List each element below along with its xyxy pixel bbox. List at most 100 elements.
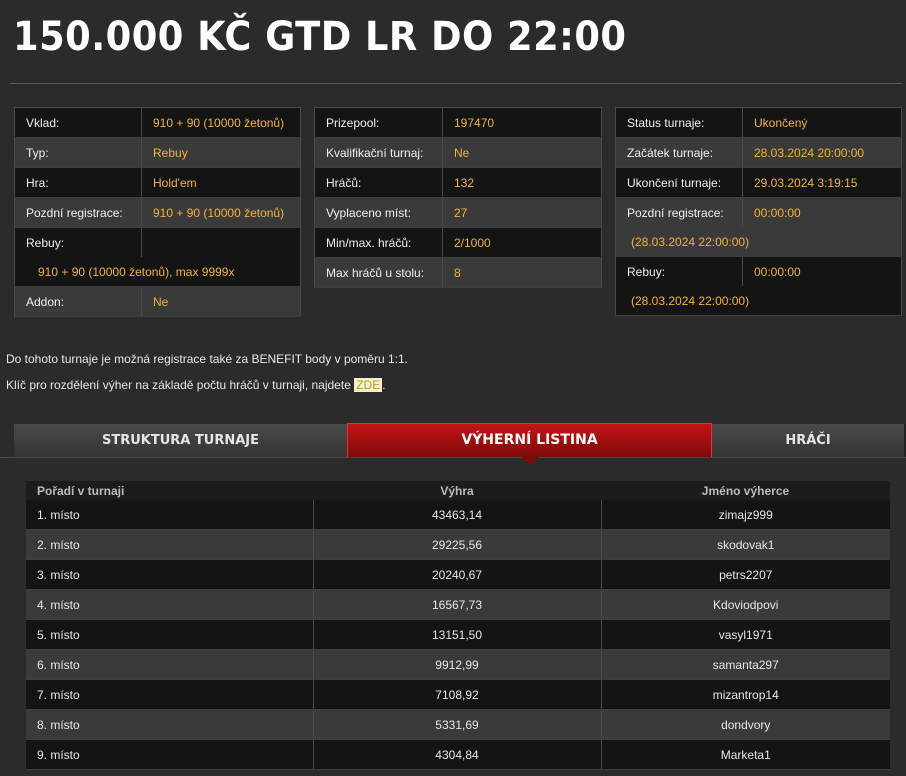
info-row: Hra: Hold'em [14,167,301,198]
rank-cell: 4. místo [26,589,314,620]
payout-key-text: Klíč pro rozdělení výher na základě počt… [6,378,355,392]
info-value: 27 [442,197,602,228]
info-row: Pozdní registrace: 00:00:00 [615,197,902,227]
rank-cell: 7. místo [26,679,314,710]
table-row: 3. místo 20240,67 petrs2207 [26,559,890,590]
rank-cell: 3. místo [26,559,314,590]
info-label: Hráčů: [314,167,443,198]
table-row: 8. místo 5331,69 dondvory [26,709,890,740]
rank-cell: 2. místo [26,529,314,560]
table-row: 4. místo 16567,73 Kdoviodpovi [26,589,890,620]
info-row: Kvalifikační turnaj: Ne [314,137,602,168]
winner-cell: samanta297 [601,649,890,680]
prize-cell: 7108,92 [313,679,602,710]
info-label: Max hráčů u stolu: [314,257,443,288]
info-row: Vyplaceno míst: 27 [314,197,602,228]
info-table-players: Prizepool: 197470 Kvalifikační turnaj: Ne Hr… [314,107,602,288]
payout-key-link[interactable]: ZDE [354,378,383,392]
info-label: Začátek turnaje: [615,137,743,168]
info-value: Ne [141,286,301,317]
info-value: 197470 [442,107,602,138]
info-label: Addon: [14,286,142,317]
prize-table: Pořadí v turnaji Výhra Jméno výherce 1. … [26,481,890,770]
info-row: Max hráčů u stolu: 8 [314,257,602,288]
tab-players[interactable]: HRÁČI [712,424,905,457]
info-value: 8 [442,257,602,288]
info-label: Ukončení turnaje: [615,167,743,198]
payout-key-end: . [382,378,386,392]
info-row: Prizepool: 197470 [314,107,602,138]
column-header-rank: Pořadí v turnaji [26,481,313,500]
rank-cell: 8. místo [26,709,314,740]
prize-cell: 29225,56 [313,529,602,560]
info-value: Hold'em [141,167,301,198]
info-value: 00:00:00 [742,256,902,286]
tab-divider [0,457,906,458]
info-label: Hra: [14,167,142,198]
tab-prize-list[interactable]: VÝHERNÍ LISTINA [347,423,712,458]
winner-cell: zimajz999 [601,500,890,530]
info-row: Ukončení turnaje: 29.03.2024 3:19:15 [615,167,902,198]
info-extra-value: (28.03.2024 22:00:00) [615,227,902,257]
winner-cell: dondvory [601,709,890,740]
info-row: Pozdní registrace: 910 + 90 (10000 žetonů… [14,197,301,228]
info-extra-value: 910 + 90 (10000 žetonů), max 9999x [14,257,301,287]
info-row: Hráčů: 132 [314,167,602,198]
info-label: Min/max. hráčů: [314,227,443,258]
info-value [141,227,301,257]
info-label: Prizepool: [314,107,443,138]
prize-cell: 16567,73 [313,589,602,620]
tab-structure[interactable]: STRUKTURA TURNAJE [14,424,348,457]
prize-cell: 9912,99 [313,649,602,680]
info-label: Typ: [14,137,142,168]
info-row: Rebuy: [14,227,301,257]
info-value: 910 + 90 (10000 žetonů) [141,197,301,228]
page-title: 150.000 KČ GTD LR DO 22:00 [13,14,627,60]
info-row-extra: (28.03.2024 22:00:00) [615,286,902,316]
table-row: 1. místo 43463,14 zimajz999 [26,500,890,530]
winner-cell: petrs2207 [601,559,890,590]
info-value: 2/1000 [442,227,602,258]
info-label: Rebuy: [615,256,743,286]
prize-cell: 13151,50 [313,619,602,650]
info-extra-value: (28.03.2024 22:00:00) [615,286,902,316]
info-value: 28.03.2024 20:00:00 [742,137,902,168]
info-value: 00:00:00 [742,197,902,227]
info-label: Vyplaceno míst: [314,197,443,228]
info-value: 132 [442,167,602,198]
column-header-prize: Výhra [313,481,601,500]
info-label: Vklad: [14,107,142,138]
rank-cell: 1. místo [26,500,314,530]
info-row: Vklad: 910 + 90 (10000 žetonů) [14,107,301,138]
active-tab-pointer [521,457,539,465]
info-table-status: Status turnaje: Ukončený Začátek turnaje: 2… [615,107,902,316]
info-row: Rebuy: 00:00:00 [615,256,902,286]
info-value: Rebuy [141,137,301,168]
winner-cell: vasyl1971 [601,619,890,650]
info-value: Ne [442,137,602,168]
info-row-extra: 910 + 90 (10000 žetonů), max 9999x [14,257,301,287]
payout-key-note: Klíč pro rozdělení výher na základě počt… [6,378,386,392]
rank-cell: 5. místo [26,619,314,650]
table-row: 5. místo 13151,50 vasyl1971 [26,619,890,650]
table-row: 7. místo 7108,92 mizantrop14 [26,679,890,710]
column-header-winner: Jméno výherce [601,481,890,500]
info-value: 29.03.2024 3:19:15 [742,167,902,198]
info-row-extra: (28.03.2024 22:00:00) [615,227,902,257]
table-row: 9. místo 4304,84 Marketa1 [26,739,890,770]
info-value: Ukončený [742,107,902,138]
winner-cell: Kdoviodpovi [601,589,890,620]
info-label: Kvalifikační turnaj: [314,137,443,168]
info-row: Typ: Rebuy [14,137,301,168]
prize-cell: 43463,14 [313,500,602,530]
info-row: Začátek turnaje: 28.03.2024 20:00:00 [615,137,902,168]
tab-bar: STRUKTURA TURNAJE VÝHERNÍ LISTINA HRÁČI [14,423,905,458]
info-row: Status turnaje: Ukončený [615,107,902,138]
benefit-note: Do tohoto turnaje je možná registrace ta… [6,352,408,366]
prize-cell: 20240,67 [313,559,602,590]
info-label: Pozdní registrace: [14,197,142,228]
winner-cell: mizantrop14 [601,679,890,710]
info-table-entry: Vklad: 910 + 90 (10000 žetonů) Typ: Rebuy Hr… [14,107,301,317]
info-value: 910 + 90 (10000 žetonů) [141,107,301,138]
winner-cell: Marketa1 [601,739,890,770]
